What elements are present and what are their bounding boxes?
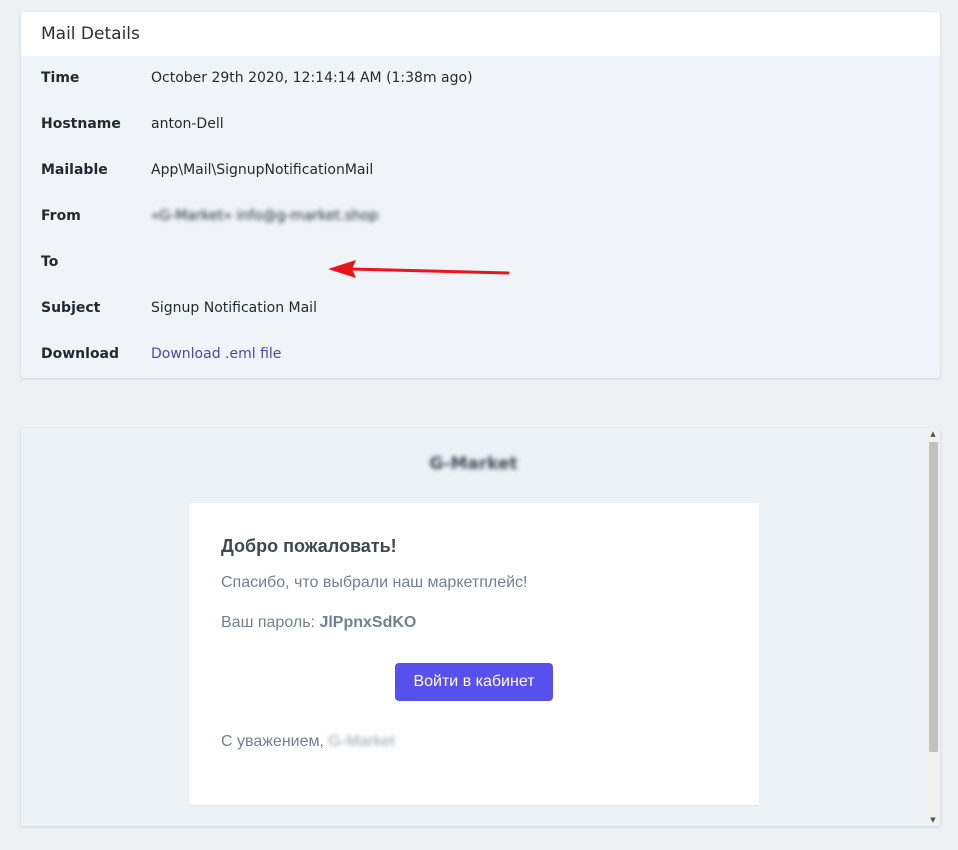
row-from: From «G-Market» info@g-market.shop	[41, 206, 378, 226]
scroll-thumb[interactable]	[929, 442, 938, 752]
email-body-card: Добро пожаловать! Спасибо, что выбрали н…	[189, 503, 759, 805]
password-line: Ваш пароль: JlPpnxSdKO	[221, 612, 727, 634]
row-mailable: Mailable App\Mail\SignupNotificationMail	[41, 160, 373, 180]
mailable-value: App\Mail\SignupNotificationMail	[151, 162, 374, 178]
row-to: To	[41, 252, 151, 272]
email-preview-frame[interactable]: G-Market Добро пожаловать! Спасибо, что …	[21, 428, 940, 826]
button-wrap: Войти в кабинет	[221, 662, 727, 701]
signoff-name: G-Market	[328, 732, 396, 750]
subject-value: Signup Notification Mail	[151, 300, 317, 316]
password-value: JlPpnxSdKO	[319, 614, 417, 632]
login-cabinet-button[interactable]: Войти в кабинет	[395, 662, 553, 701]
thanks-text: Спасибо, что выбрали наш маркетплейс!	[221, 574, 528, 591]
download-eml-link[interactable]: Download .eml file	[151, 346, 281, 362]
preview-scrollbar[interactable]: ▲ ▼	[926, 428, 940, 826]
password-label: Ваш пароль:	[221, 614, 315, 632]
hostname-value: anton-Dell	[151, 116, 224, 132]
row-download: Download Download .eml file	[41, 344, 281, 364]
subject-label: Subject	[41, 300, 101, 316]
welcome-heading: Добро пожаловать!	[221, 536, 397, 556]
time-value: October 29th 2020, 12:14:14 AM (1:38m ag…	[151, 70, 473, 86]
mail-details-title: Mail Details	[21, 12, 940, 56]
row-subject: Subject Signup Notification Mail	[41, 298, 317, 318]
mailable-label: Mailable	[41, 162, 108, 178]
to-label: To	[41, 254, 59, 270]
signoff-line: С уважением, G-Market	[221, 733, 727, 751]
mail-details-card: Mail Details Time October 29th 2020, 12:…	[21, 12, 940, 378]
red-arrow-icon	[328, 260, 510, 278]
scroll-down-arrow-icon[interactable]: ▼	[926, 814, 940, 826]
row-hostname: Hostname anton-Dell	[41, 114, 224, 134]
row-time: Time October 29th 2020, 12:14:14 AM (1:3…	[41, 68, 473, 88]
hostname-label: Hostname	[41, 116, 121, 132]
from-label: From	[41, 208, 81, 224]
scroll-up-arrow-icon[interactable]: ▲	[926, 428, 940, 440]
from-value: «G-Market» info@g-market.shop	[151, 208, 379, 224]
time-label: Time	[41, 70, 80, 86]
brand-name: G-Market	[429, 454, 518, 474]
signoff-prefix: С уважением,	[221, 732, 324, 750]
download-label: Download	[41, 346, 120, 362]
